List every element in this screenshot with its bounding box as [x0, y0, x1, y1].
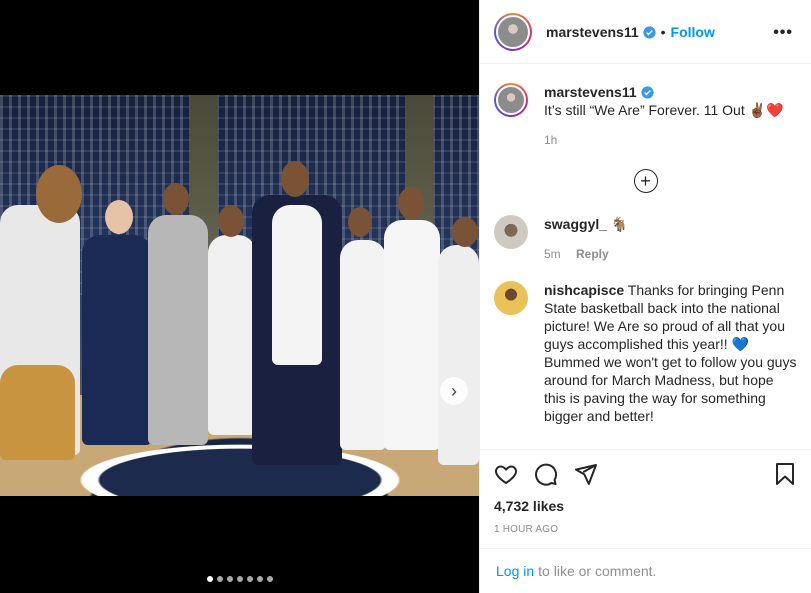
post-actions: 4,732 likes 1 HOUR AGO — [480, 449, 811, 535]
follow-button[interactable]: Follow — [671, 24, 715, 40]
comments-list: marstevens11 It’s still “We Are” Forever… — [480, 65, 811, 449]
comment-text: 🐐 — [610, 216, 629, 232]
player-uniform — [272, 205, 322, 365]
share-icon[interactable] — [574, 462, 598, 486]
carousel-dot — [266, 576, 273, 582]
carousel-dot — [226, 576, 233, 582]
person-head — [398, 187, 424, 219]
comment-row: swaggyl_ 🐐 5m Reply — [494, 215, 797, 263]
caption-time[interactable]: 1h — [544, 131, 783, 149]
caption-avatar[interactable] — [494, 83, 528, 117]
carousel-dot — [216, 576, 223, 582]
login-rest-text: to like or comment. — [538, 563, 657, 579]
chevron-right-icon: › — [451, 380, 457, 401]
person-jersey — [148, 215, 208, 445]
player-head — [281, 161, 309, 197]
comment-row: nishcapisce Thanks for bringing Penn Sta… — [494, 281, 797, 425]
bookmark-icon[interactable] — [773, 462, 797, 486]
comment-time[interactable]: 5m — [544, 247, 561, 261]
caption-text: It’s still “We Are” Forever. 11 Out ✌🏾❤️ — [544, 102, 784, 118]
verified-badge-icon — [643, 25, 656, 39]
person-mom — [208, 235, 256, 435]
login-link[interactable]: Log in — [496, 563, 534, 579]
person-brother — [384, 220, 440, 450]
caption-username[interactable]: marstevens11 — [544, 84, 637, 100]
load-more-icon[interactable]: + — [633, 169, 658, 193]
carousel-dot — [256, 576, 263, 582]
comment-username[interactable]: swaggyl_ — [544, 216, 607, 232]
carousel-dot — [206, 576, 213, 582]
post-header: marstevens11 • Follow ••• — [480, 0, 811, 64]
post-side-panel: marstevens11 • Follow ••• marstevens11 I… — [479, 0, 811, 593]
carousel-dot — [236, 576, 243, 582]
person-sister — [340, 240, 386, 450]
heart-icon[interactable] — [494, 462, 518, 486]
more-options-icon[interactable]: ••• — [773, 24, 793, 42]
post-media: › — [0, 0, 479, 593]
author-username[interactable]: marstevens11 — [546, 24, 656, 40]
author-avatar[interactable] — [494, 12, 532, 51]
comment-text: Thanks for bringing Penn State basketbal… — [544, 282, 797, 424]
carousel-next-button[interactable]: › — [440, 377, 468, 405]
commenter-avatar[interactable] — [494, 281, 528, 315]
comment-icon[interactable] — [534, 462, 558, 486]
person-suit — [82, 235, 152, 445]
person-head — [348, 207, 372, 237]
post-timestamp: 1 HOUR AGO — [494, 524, 559, 535]
carousel-dot — [246, 576, 253, 582]
header-separator: • — [660, 23, 666, 40]
person-head — [452, 217, 478, 247]
person-head — [218, 205, 244, 237]
verified-badge-icon — [641, 86, 654, 99]
person-head — [105, 200, 133, 234]
reply-button[interactable]: Reply — [576, 247, 609, 261]
likes-count[interactable]: 4,732 likes — [494, 498, 797, 514]
person-grandma — [438, 245, 479, 465]
carousel-dots — [0, 576, 479, 582]
mascot-head — [36, 165, 82, 223]
mascot-legs — [0, 365, 75, 460]
comment-username[interactable]: nishcapisce — [544, 282, 624, 298]
login-prompt: Log in to like or comment. — [480, 548, 811, 593]
person-head — [163, 183, 189, 215]
commenter-avatar[interactable] — [494, 215, 528, 249]
caption-row: marstevens11 It’s still “We Are” Forever… — [494, 83, 797, 149]
post-photo[interactable]: › — [0, 95, 479, 496]
